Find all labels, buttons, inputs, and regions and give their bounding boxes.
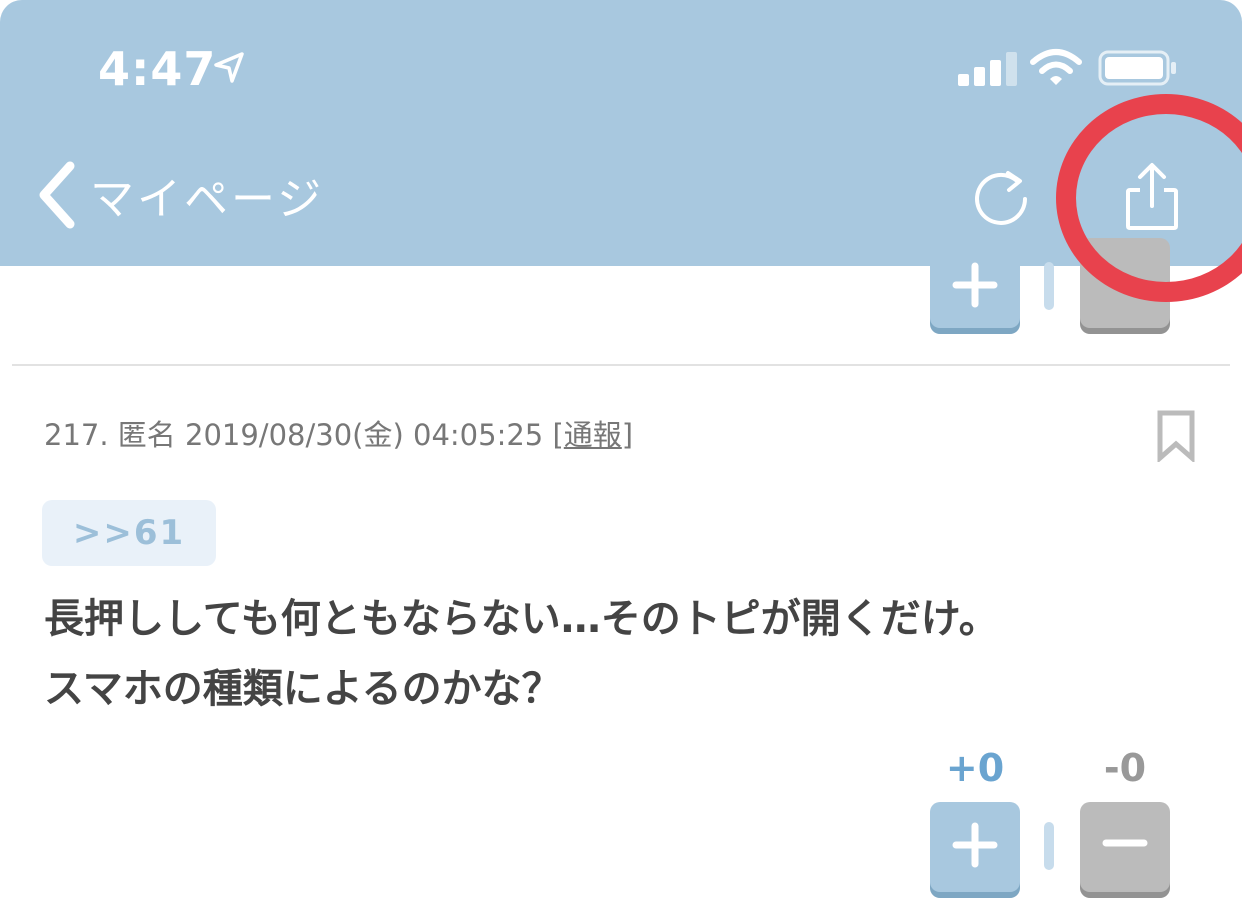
post-meta-suffix: ]: [621, 418, 634, 452]
minus-vote-button[interactable]: [1080, 802, 1170, 892]
refresh-icon[interactable]: [968, 164, 1034, 230]
wifi-icon: [1030, 49, 1082, 85]
chevron-left-icon: [39, 161, 75, 229]
minus-icon: [1102, 839, 1148, 847]
prev-plus-vote-button[interactable]: [930, 238, 1020, 328]
status-time: 4:47: [98, 42, 217, 96]
post-divider: [12, 364, 1230, 366]
prev-minus-vote-button[interactable]: [1080, 238, 1170, 328]
report-link[interactable]: 通報: [564, 418, 622, 452]
plus-vote-button[interactable]: [930, 802, 1020, 892]
bookmark-icon[interactable]: [1156, 410, 1196, 462]
post-body-line: 長押ししても何ともならない…そのトピが開くだけ。: [44, 596, 999, 642]
post-meta: 217. 匿名 2019/08/30(金) 04:05:25 [通報]: [44, 412, 633, 454]
post-body-line: スマホの種類によるのかな？: [44, 666, 562, 712]
post-meta-info: 217. 匿名 2019/08/30(金) 04:05:25 [: [44, 418, 564, 452]
minus-vote-count: -0: [1103, 746, 1147, 790]
battery-icon: [1098, 50, 1176, 86]
plus-icon: [952, 822, 998, 868]
plus-vote-count: +0: [945, 746, 1005, 790]
post-body: 長押ししても何ともならない…そのトピが開くだけ。 スマホの種類によるのかな？: [44, 584, 1194, 724]
back-button[interactable]: マイページ: [34, 160, 324, 230]
reply-anchor-link[interactable]: >>61: [42, 500, 216, 566]
back-label: マイページ: [90, 174, 325, 225]
vote-separator: [1044, 262, 1054, 310]
share-icon[interactable]: [1118, 160, 1186, 232]
app-header: 4:47 マイページ: [0, 0, 1242, 266]
vote-separator: [1044, 822, 1054, 870]
location-arrow-icon: [214, 52, 244, 83]
cellular-signal-icon: [958, 52, 1018, 86]
plus-icon: [952, 262, 998, 308]
